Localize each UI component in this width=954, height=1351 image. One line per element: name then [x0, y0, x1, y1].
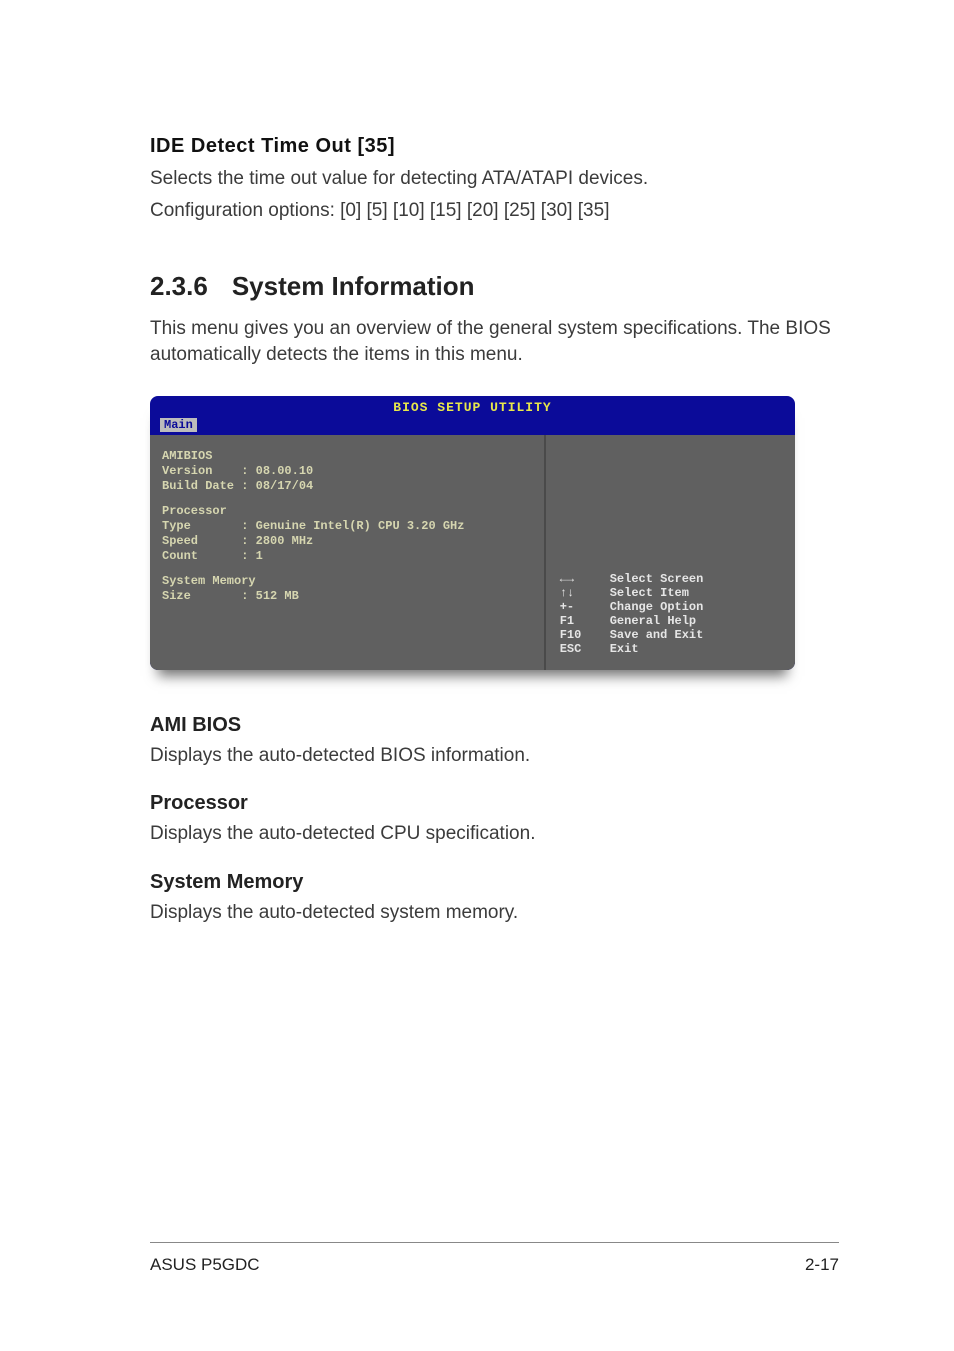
- ami-bios-text: Displays the auto-detected BIOS informat…: [150, 743, 839, 769]
- system-memory-text: Displays the auto-detected system memory…: [150, 900, 839, 926]
- nav-label-select-item: Select Item: [610, 586, 689, 600]
- bios-right-panel: ←→ Select Screen ↑↓ Select Item +- Change O…: [544, 435, 795, 670]
- nav-label-select-screen: Select Screen: [610, 572, 704, 586]
- nav-label-save-exit: Save and Exit: [610, 628, 704, 642]
- nav-key-lr: ←→: [560, 572, 600, 586]
- processor-type: Type : Genuine Intel(R) CPU 3.20 GHz: [162, 519, 534, 534]
- ide-detect-text-2: Configuration options: [0] [5] [10] [15]…: [150, 198, 839, 224]
- system-information-heading: 2.3.6 System Information: [150, 271, 839, 302]
- nav-key-f10: F10: [560, 628, 600, 642]
- system-memory-heading: System Memory: [150, 871, 839, 894]
- nav-label-exit: Exit: [610, 642, 639, 656]
- processor-count: Count : 1: [162, 549, 534, 564]
- nav-key-ud: ↑↓: [560, 586, 600, 600]
- section-number: 2.3.6: [150, 271, 208, 302]
- ide-detect-text-1: Selects the time out value for detecting…: [150, 166, 839, 192]
- bios-tab-main: Main: [160, 418, 197, 432]
- processor-speed: Speed : 2800 MHz: [162, 534, 534, 549]
- nav-label-change-option: Change Option: [610, 600, 704, 614]
- system-memory-size: Size : 512 MB: [162, 589, 534, 604]
- page-footer: ASUS P5GDC 2-17: [150, 1242, 839, 1275]
- nav-key-esc: ESC: [560, 642, 600, 656]
- bios-nav-help: ←→ Select Screen ↑↓ Select Item +- Change O…: [560, 572, 785, 656]
- processor-text: Displays the auto-detected CPU specifica…: [150, 821, 839, 847]
- amibios-label: AMIBIOS: [162, 449, 534, 464]
- system-memory-label: System Memory: [162, 574, 534, 589]
- nav-key-f1: F1: [560, 614, 600, 628]
- bios-version: Version : 08.00.10: [162, 464, 534, 479]
- processor-heading: Processor: [150, 792, 839, 815]
- ide-detect-heading: IDE Detect Time Out [35]: [150, 135, 839, 158]
- system-information-intro: This menu gives you an overview of the g…: [150, 316, 839, 367]
- section-title: System Information: [232, 271, 475, 302]
- bios-header: BIOS SETUP UTILITY: [150, 396, 795, 415]
- ami-bios-heading: AMI BIOS: [150, 714, 839, 737]
- processor-label: Processor: [162, 504, 534, 519]
- nav-key-pm: +-: [560, 600, 600, 614]
- bios-left-panel: AMIBIOS Version : 08.00.10 Build Date : …: [150, 435, 544, 670]
- footer-page-number: 2-17: [805, 1255, 839, 1275]
- bios-screenshot: BIOS SETUP UTILITY Main AMIBIOS Version …: [150, 396, 795, 670]
- nav-label-general-help: General Help: [610, 614, 696, 628]
- footer-model: ASUS P5GDC: [150, 1255, 260, 1275]
- bios-build-date: Build Date : 08/17/04: [162, 479, 534, 494]
